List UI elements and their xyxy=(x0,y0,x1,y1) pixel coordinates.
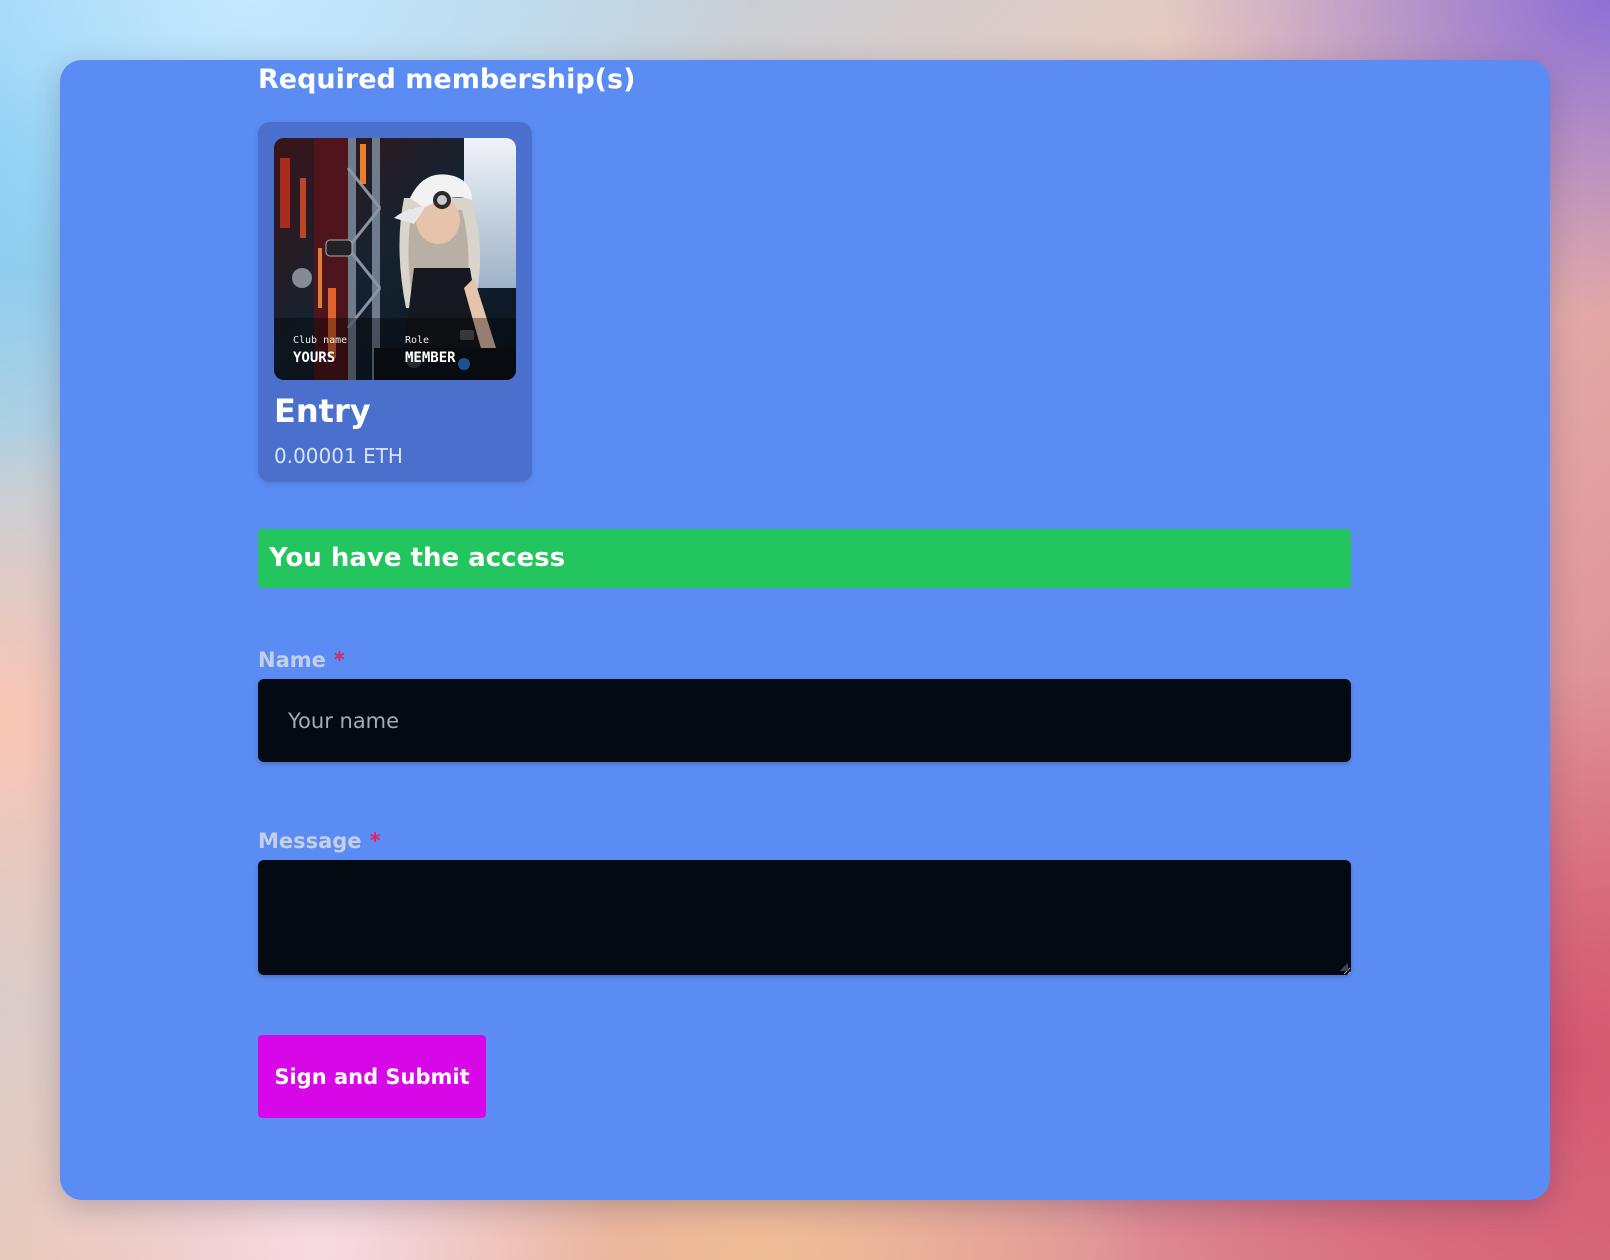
club-name-caption: Club name xyxy=(293,335,348,346)
membership-price: 0.00001 ETH xyxy=(274,444,403,468)
message-label-text: Message xyxy=(258,829,362,853)
role-caption: Role xyxy=(405,335,430,346)
name-required-marker: * xyxy=(333,648,345,672)
gated-form-panel: Required membership(s) Club name YOURS R… xyxy=(60,60,1550,1200)
club-name-field: Club name YOURS xyxy=(293,335,347,366)
required-memberships-title: Required membership(s) xyxy=(258,64,636,95)
membership-name: Entry xyxy=(274,392,371,430)
access-granted-banner: You have the access xyxy=(258,529,1351,588)
name-input[interactable] xyxy=(258,679,1351,762)
message-label: Message * xyxy=(258,829,381,853)
name-label-text: Name xyxy=(258,648,326,672)
club-name-value: YOURS xyxy=(293,350,336,366)
role-field: Role MEMBER xyxy=(405,335,456,366)
membership-card-image: Club name YOURS Role MEMBER xyxy=(274,138,516,380)
name-label: Name * xyxy=(258,648,345,672)
resize-grip-icon[interactable] xyxy=(1340,963,1348,971)
membership-card[interactable]: Club name YOURS Role MEMBER Entry 0.0000… xyxy=(258,122,532,482)
message-textarea[interactable] xyxy=(258,860,1351,975)
role-value: MEMBER xyxy=(405,350,456,366)
sign-and-submit-button[interactable]: Sign and Submit xyxy=(258,1035,486,1118)
message-required-marker: * xyxy=(369,829,381,853)
